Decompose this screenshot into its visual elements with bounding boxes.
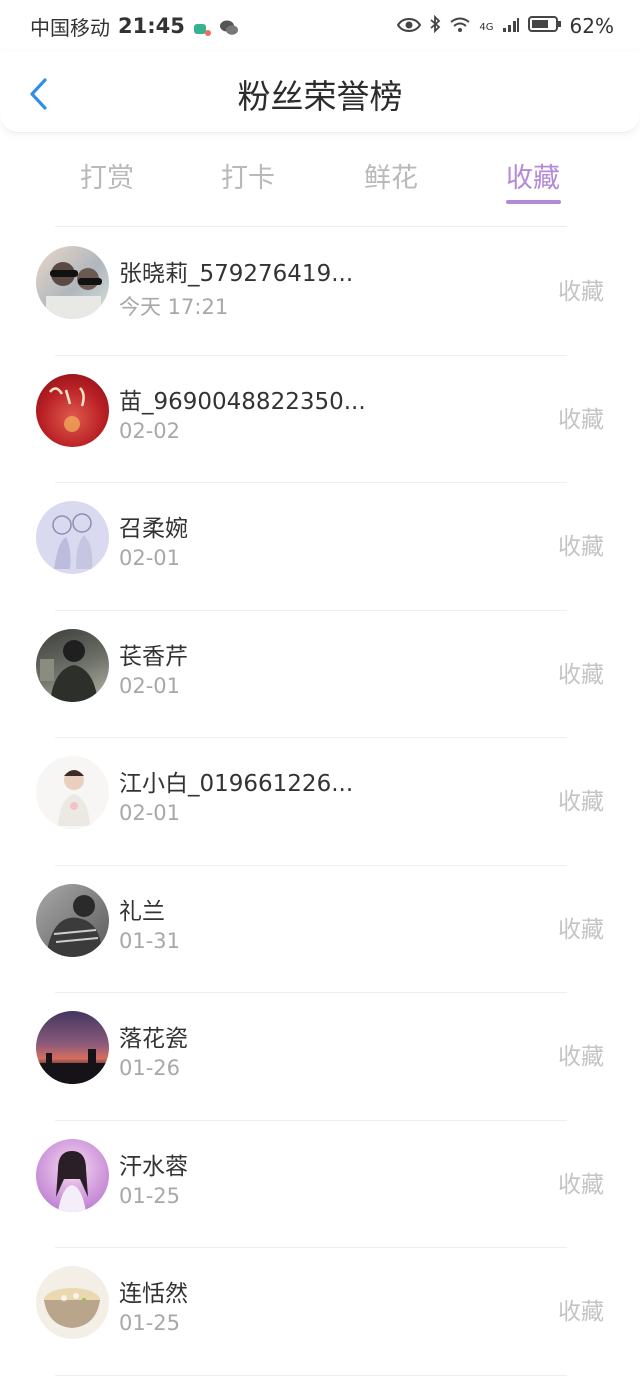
- action-label: 收藏: [558, 534, 604, 560]
- fan-list: 张晓莉_579276419... 今天 17:21 收藏 苗_969004882…: [0, 228, 640, 1376]
- page-title: 粉丝荣誉榜: [237, 77, 403, 116]
- action-label: 收藏: [558, 1044, 604, 1070]
- tab-flowers[interactable]: 鲜花: [331, 156, 451, 195]
- battery-icon: [527, 14, 562, 38]
- network-type: 4G: [479, 22, 494, 33]
- tab-favorites[interactable]: 收藏: [473, 156, 593, 195]
- fan-row[interactable]: 江小白_019661226... 02-01 收藏: [0, 738, 640, 866]
- fan-row[interactable]: 汗水蓉 01-25 收藏: [0, 1121, 640, 1248]
- action-label: 收藏: [558, 279, 604, 305]
- fan-row[interactable]: 苗_9690048822350... 02-02 收藏: [0, 356, 640, 483]
- avatar: [36, 628, 109, 702]
- fan-name: 礼兰: [119, 898, 165, 925]
- status-right: 4G 62%: [397, 14, 614, 38]
- action-label: 收藏: [558, 406, 604, 433]
- bluetooth-icon: [429, 14, 441, 38]
- avatar: [36, 501, 109, 574]
- fan-row[interactable]: 张晓莉_579276419... 今天 17:21 收藏: [0, 228, 640, 356]
- carrier-label: 中国移动: [30, 15, 110, 40]
- action-label: 收藏: [558, 789, 604, 815]
- fan-row[interactable]: 连恬然 01-25 收藏: [0, 1248, 640, 1376]
- fan-row[interactable]: 苌香芹 02-01 收藏: [0, 611, 640, 738]
- fan-name: 连恬然: [119, 1281, 188, 1307]
- action-label: 收藏: [558, 1171, 604, 1198]
- fan-name: 汗水蓉: [119, 1153, 188, 1180]
- fan-date: 01-25: [119, 1311, 181, 1335]
- action-label: 收藏: [558, 661, 604, 688]
- eye-icon: [397, 14, 422, 38]
- tab-bar: 打赏 打卡 鲜花 收藏: [0, 148, 640, 213]
- status-left: 中国移动 21:45: [30, 12, 238, 41]
- fan-name: 苌香芹: [119, 643, 188, 670]
- fan-date: 01-31: [119, 928, 181, 953]
- tab-checkin[interactable]: 打卡: [188, 156, 308, 195]
- fan-name: 江小白_019661226...: [119, 771, 354, 797]
- fan-name: 召柔婉: [119, 516, 188, 542]
- avatar: [36, 373, 109, 447]
- fan-date: 02-01: [119, 546, 181, 570]
- avatar: [36, 1266, 109, 1339]
- avatar: [36, 883, 109, 957]
- action-label: 收藏: [558, 916, 604, 943]
- wifi-icon: [449, 14, 471, 38]
- fan-date: 01-25: [119, 1183, 181, 1208]
- active-tab-indicator: [506, 200, 561, 204]
- fan-name: 落花瓷: [119, 1026, 188, 1052]
- fan-date: 02-02: [119, 418, 181, 443]
- avatar: [36, 1011, 109, 1084]
- fan-name: 张晓莉_579276419...: [119, 261, 354, 287]
- list-divider: [55, 226, 567, 227]
- fan-date: 02-01: [119, 673, 181, 698]
- tab-tips[interactable]: 打赏: [47, 156, 167, 195]
- fan-row[interactable]: 落花瓷 01-26 收藏: [0, 993, 640, 1121]
- fan-date: 今天 17:21: [119, 295, 229, 319]
- battery-percent: 62%: [569, 14, 614, 38]
- avatar: [36, 1138, 109, 1212]
- action-label: 收藏: [558, 1299, 604, 1325]
- app-notification-icon: [193, 18, 211, 36]
- fan-row[interactable]: 召柔婉 02-01 收藏: [0, 483, 640, 611]
- avatar: [36, 756, 109, 829]
- nav-header: 粉丝荣誉榜: [0, 52, 640, 133]
- fan-date: 01-26: [119, 1056, 181, 1080]
- fan-name: 苗_9690048822350...: [119, 388, 366, 415]
- avatar: [36, 246, 109, 319]
- clock: 21:45: [118, 14, 185, 38]
- wechat-icon: [219, 18, 238, 35]
- row-divider: [55, 1374, 567, 1376]
- signal-icon: [502, 14, 520, 38]
- fan-date: 02-01: [119, 801, 181, 825]
- fan-row[interactable]: 礼兰 01-31 收藏: [0, 866, 640, 993]
- status-bar: 中国移动 21:45 4G 62%: [0, 0, 640, 52]
